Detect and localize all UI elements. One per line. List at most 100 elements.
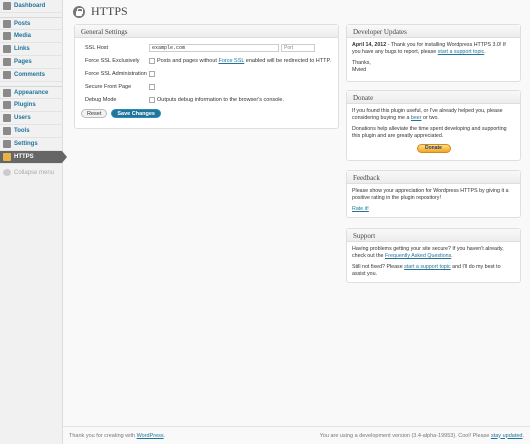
support-text-2: Still not fixed? Please start a support … <box>352 264 515 278</box>
force-admin-checkbox[interactable] <box>149 70 155 77</box>
tools-icon <box>3 127 11 135</box>
sidebar-item-label: Users <box>14 115 31 121</box>
sidebar-item-pages[interactable]: Pages <box>0 56 62 69</box>
secure-front-checkbox[interactable] <box>149 83 155 90</box>
debug-desc: Outputs debug information to the browser… <box>157 96 285 103</box>
collapse-icon <box>3 169 11 176</box>
sidebar-item-label: Collapse menu <box>14 169 55 176</box>
ssl-host-label: SSL Host <box>85 44 109 51</box>
sidebar-item-links[interactable]: Links <box>0 43 62 56</box>
footer-text: You are using a development version (3.4… <box>319 432 491 439</box>
admin-sidebar: Dashboard Posts Media Links Pages Commen… <box>0 0 67 444</box>
feedback-text: Please show your appreciation for Wordpr… <box>352 188 509 201</box>
sidebar-item-label: Pages <box>14 59 32 65</box>
secure-front-row: Secure Front Page <box>75 80 338 93</box>
beer-link[interactable]: beer <box>411 115 422 121</box>
donate-title: Donate <box>347 91 520 104</box>
force-admin-label: Force SSL Administration <box>85 70 147 77</box>
donate-button[interactable]: Donate <box>416 144 451 153</box>
force-ssl-link[interactable]: Force SSL <box>218 58 244 64</box>
footer-version: You are using a development version (3.4… <box>320 433 524 439</box>
support-topic-link[interactable]: start a support topic <box>438 49 485 55</box>
debug-row: Debug Mode Outputs debug information to … <box>75 93 338 106</box>
donations-text: Donations help alleviate the time spent … <box>352 126 507 139</box>
force-ssl-desc: Posts and pages without Force SSL enable… <box>157 58 331 64</box>
ssl-host-row: SSL Host example.com Port <box>75 41 338 54</box>
port-input[interactable]: Port <box>281 43 315 52</box>
force-ssl-row: Force SSL Exclusively Posts and pages wi… <box>75 54 338 67</box>
form-buttons: Reset Save Changes <box>75 109 338 118</box>
update-date: April 14, 2012 <box>352 42 387 48</box>
footer-text: Thank you for creating with <box>69 432 137 439</box>
ssl-host-input[interactable]: example.com <box>149 43 279 52</box>
reset-button[interactable]: Reset <box>81 109 108 118</box>
sidebar-item-label: Comments <box>14 72 46 78</box>
sidebar-item-plugins[interactable]: Plugins <box>0 99 62 112</box>
force-ssl-label: Force SSL Exclusively <box>85 57 140 64</box>
sidebar-item-settings[interactable]: Settings <box>0 138 62 151</box>
stay-updated-link[interactable]: stay updated <box>491 433 523 439</box>
sidebar-item-label: Appearance <box>14 89 49 96</box>
footer: Thank you for creating with WordPress. Y… <box>63 426 530 444</box>
support-box: Support Having problems getting your sit… <box>346 228 521 283</box>
debug-checkbox[interactable] <box>149 96 155 103</box>
thanks-text: Thanks, <box>352 60 371 66</box>
donate-box: Donate If you found this plugin useful, … <box>346 90 521 161</box>
sidebar-item-posts[interactable]: Posts <box>0 17 62 30</box>
page-header: HTTPS <box>73 4 128 19</box>
sidebar-item-tools[interactable]: Tools <box>0 125 62 138</box>
feedback-title: Feedback <box>347 171 520 184</box>
comments-icon <box>3 71 11 79</box>
save-changes-button[interactable]: Save Changes <box>111 109 161 118</box>
wordpress-link[interactable]: WordPress <box>137 433 164 439</box>
donate-text-part: or two. <box>421 115 439 121</box>
general-settings-title: General Settings <box>75 25 338 38</box>
sidebar-item-label: Dashboard <box>14 3 46 9</box>
sidebar-item-appearance[interactable]: Appearance <box>0 86 62 99</box>
users-icon <box>3 114 11 122</box>
support-text: Having problems getting your site secure… <box>352 246 515 260</box>
page-title: HTTPS <box>91 4 128 18</box>
posts-icon <box>3 19 11 28</box>
developer-updates-box: Developer Updates April 14, 2012 - Thank… <box>346 24 521 82</box>
secure-front-label: Secure Front Page <box>85 83 132 90</box>
plugins-icon <box>3 101 11 109</box>
footer-text: . <box>163 432 166 439</box>
dashboard-icon <box>3 2 11 10</box>
support-title: Support <box>347 229 520 242</box>
feedback-box: Feedback Please show your appreciation f… <box>346 170 521 218</box>
sidebar-item-label: Tools <box>14 128 30 134</box>
force-ssl-checkbox[interactable] <box>149 57 155 64</box>
debug-label: Debug Mode <box>85 96 117 103</box>
author-name: Mvied <box>352 67 367 73</box>
pages-icon <box>3 58 11 66</box>
support-text-part: . <box>451 253 453 259</box>
faq-link[interactable]: Frequently Asked Questions <box>385 253 451 259</box>
settings-icon <box>3 140 11 148</box>
appearance-icon <box>3 88 11 97</box>
footer-text: . <box>522 432 524 439</box>
sidebar-item-https[interactable]: HTTPS <box>0 151 67 164</box>
links-icon <box>3 45 11 53</box>
media-icon <box>3 32 11 40</box>
general-settings-box: General Settings SSL Host example.com Po… <box>74 24 339 129</box>
sidebar-item-label: HTTPS <box>14 154 34 160</box>
donate-text: If you found this plugin useful, or I've… <box>352 108 515 122</box>
support-topic-link-2[interactable]: start a support topic <box>404 264 451 270</box>
sidebar-item-label: Posts <box>14 20 31 27</box>
sidebar-item-label: Plugins <box>14 102 36 108</box>
https-icon <box>3 153 11 161</box>
collapse-menu-button[interactable]: Collapse menu <box>0 166 62 179</box>
sidebar-item-label: Media <box>14 33 32 39</box>
developer-updates-text: April 14, 2012 - Thank you for installin… <box>352 42 515 56</box>
sidebar-item-label: Links <box>14 46 30 52</box>
update-text: . <box>484 49 486 55</box>
sidebar-item-media[interactable]: Media <box>0 30 62 43</box>
force-ssl-desc-text: Posts and pages without <box>157 57 219 64</box>
sidebar-item-dashboard[interactable]: Dashboard <box>0 0 62 13</box>
sidebar-item-comments[interactable]: Comments <box>0 69 62 82</box>
lock-icon <box>73 5 85 18</box>
force-admin-row: Force SSL Administration <box>75 67 338 80</box>
sidebar-item-users[interactable]: Users <box>0 112 62 125</box>
rate-it-link[interactable]: Rate it! <box>352 206 369 212</box>
